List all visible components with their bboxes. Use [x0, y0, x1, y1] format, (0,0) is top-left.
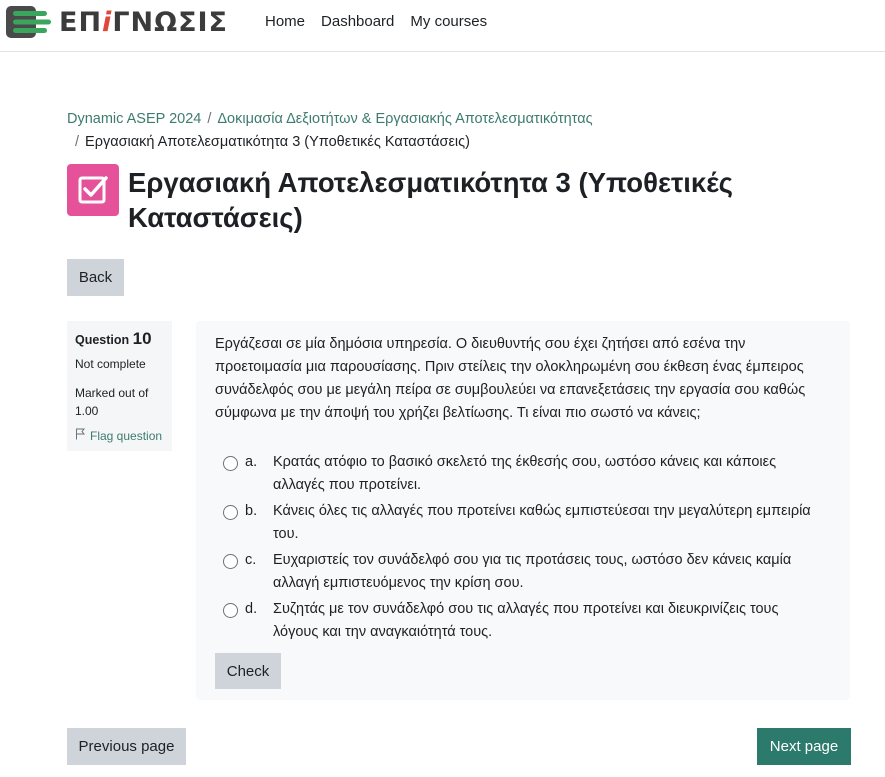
top-navbar: ΕΠiΓΝΩΣΙΣ Home Dashboard My courses [0, 0, 885, 52]
breadcrumb-separator: / [207, 111, 212, 127]
flag-question-link[interactable]: Flag question [75, 428, 162, 443]
breadcrumb-course[interactable]: Dynamic ASEP 2024 [67, 111, 201, 127]
answer-option-b[interactable]: b. Κάνεις όλες τις αλλαγές που προτείνει… [223, 500, 823, 546]
primary-nav: Home Dashboard My courses [265, 13, 487, 30]
question-content: Εργάζεσαι σε μία δημόσια υπηρεσία. Ο διε… [196, 321, 850, 700]
question-grade: Marked out of 1.00 [75, 386, 149, 418]
question-number-value: 10 [132, 329, 152, 348]
answer-letter: d. [245, 601, 258, 617]
next-page-button[interactable]: Next page [757, 728, 851, 765]
answer-text[interactable]: Συζητάς με τον συνάδελφό σου τις αλλαγές… [273, 598, 823, 644]
question-label: Question [75, 333, 130, 347]
page-title: Εργασιακή Αποτελεσματικότητα 3 (Υποθετικ… [128, 167, 733, 233]
breadcrumb: Dynamic ASEP 2024 / Δοκιμασία Δεξιοτήτων &… [67, 108, 687, 154]
breadcrumb-separator: / [75, 134, 80, 150]
previous-page-button[interactable]: Previous page [67, 728, 186, 765]
answer-text[interactable]: Κρατάς ατόφιο το βασικό σκελετό της έκθε… [273, 451, 823, 497]
back-button[interactable]: Back [67, 259, 124, 296]
breadcrumb-current: Εργασιακή Αποτελεσματικότητα 3 (Υποθετικ… [85, 134, 470, 150]
answer-option-d[interactable]: d. Συζητάς με τον συνάδελφό σου τις αλλα… [223, 598, 823, 644]
breadcrumb-section[interactable]: Δοκιμασία Δεξιοτήτων & Εργασιακής Αποτελ… [217, 111, 592, 127]
question-text: Εργάζεσαι σε μία δημόσια υπηρεσία. Ο διε… [215, 336, 806, 421]
answer-letter: b. [245, 503, 258, 519]
question-info: Question 10 Not complete Marked out of 1… [67, 321, 172, 451]
radio-button[interactable] [223, 456, 238, 471]
site-logo[interactable]: ΕΠiΓΝΩΣΙΣ [5, 5, 228, 39]
flag-question-label: Flag question [90, 428, 163, 443]
nav-home[interactable]: Home [265, 13, 305, 30]
answer-text[interactable]: Κάνεις όλες τις αλλαγές που προτείνει κα… [273, 500, 823, 546]
check-button[interactable]: Check [215, 653, 281, 689]
logo-mark-icon [5, 5, 51, 39]
radio-button[interactable] [223, 554, 238, 569]
nav-dashboard[interactable]: Dashboard [321, 13, 394, 30]
answer-option-c[interactable]: c. Ευχαριστείς τον συνάδελφό σου για τις… [223, 549, 823, 595]
question-number: Question 10 [75, 329, 152, 349]
answer-text[interactable]: Ευχαριστείς τον συνάδελφό σου για τις πρ… [273, 549, 823, 595]
quiz-checkbox-icon [67, 164, 119, 216]
answer-option-a[interactable]: a. Κρατάς ατόφιο το βασικό σκελετό της έ… [223, 451, 823, 497]
radio-button[interactable] [223, 505, 238, 520]
answer-letter: c. [245, 552, 257, 568]
radio-button[interactable] [223, 603, 238, 618]
question-state: Not complete [75, 357, 146, 371]
nav-my-courses[interactable]: My courses [410, 13, 487, 30]
flag-icon [75, 428, 86, 443]
answer-letter: a. [245, 454, 258, 470]
logo-text: ΕΠiΓΝΩΣΙΣ [59, 6, 228, 38]
